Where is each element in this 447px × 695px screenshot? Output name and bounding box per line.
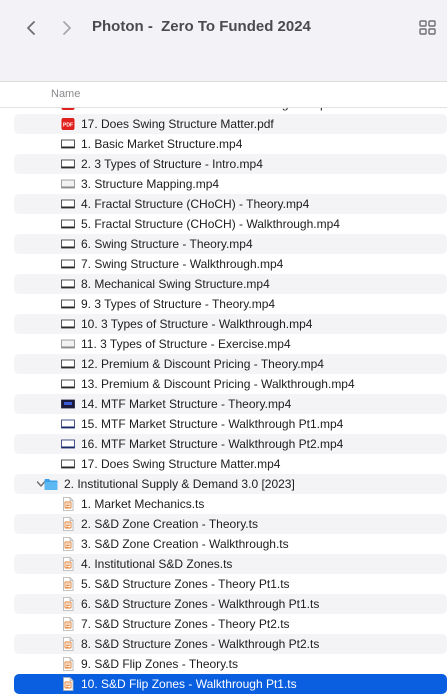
file-name: 17. Does Swing Structure Matter.pdf (81, 117, 274, 131)
file-name: 6. S&D Structure Zones - Walkthrough Pt1… (81, 597, 320, 611)
pdf-file-icon: PDF (61, 117, 75, 131)
video-file-icon (61, 177, 75, 191)
chevron-right-icon (63, 21, 71, 35)
file-row[interactable]: 1. Market Mechanics.ts (14, 494, 447, 514)
file-name: 15. MTF Market Structure - Walkthrough P… (81, 417, 344, 431)
file-row[interactable]: 8. Mechanical Swing Structure.mp4 (14, 274, 447, 294)
file-row[interactable]: 5. Fractal Structure (CHoCH) - Walkthrou… (14, 214, 447, 234)
file-row[interactable]: 6. Swing Structure - Theory.mp4 (14, 234, 447, 254)
file-name: 9. S&D Flip Zones - Theory.ts (81, 657, 238, 671)
file-name: 4. Institutional S&D Zones.ts (81, 557, 233, 571)
name-column-header[interactable]: Name (51, 88, 80, 100)
file-name: 10. 3 Types of Structure - Walkthrough.m… (81, 317, 313, 331)
video-file-icon (61, 417, 75, 431)
video-file-icon (61, 237, 75, 251)
file-name: 2. 3 Types of Structure - Intro.mp4 (81, 157, 263, 171)
video-file-icon (61, 257, 75, 271)
file-row[interactable]: 17. Does Swing Structure Matter.mp4 (14, 454, 447, 474)
file-row[interactable]: 10. S&D Flip Zones - Walkthrough Pt1.ts (14, 674, 447, 694)
file-name: 9. 3 Types of Structure - Theory.mp4 (81, 297, 276, 311)
window-toolbar: Photon - Zero To Funded 2024 (0, 0, 447, 82)
video-file-icon (61, 397, 75, 411)
grid-view-icon (419, 20, 436, 35)
file-row[interactable]: 5. S&D Structure Zones - Theory Pt1.ts (14, 574, 447, 594)
ts-file-icon (61, 617, 75, 631)
svg-text:PDF: PDF (63, 123, 73, 129)
forward-button[interactable] (55, 16, 79, 40)
file-row[interactable]: 2. S&D Zone Creation - Theory.ts (14, 514, 447, 534)
file-name: 8. S&D Structure Zones - Walkthrough Pt2… (81, 637, 320, 651)
ts-file-icon (61, 537, 75, 551)
video-file-icon (61, 377, 75, 391)
video-file-icon (61, 337, 75, 351)
video-file-icon (61, 277, 75, 291)
file-row[interactable]: 3. Structure Mapping.mp4 (14, 174, 447, 194)
file-row[interactable]: 4. Fractal Structure (CHoCH) - Theory.mp… (14, 194, 447, 214)
folder-row[interactable]: 2. Institutional Supply & Demand 3.0 [20… (14, 474, 447, 494)
file-row[interactable]: 3. S&D Zone Creation - Walkthrough.ts (14, 534, 447, 554)
ts-file-icon (61, 657, 75, 671)
file-row[interactable]: PDF 17. Does Swing Structure Matter.pdf (14, 114, 447, 134)
file-name: 17. Does Swing Structure Matter.mp4 (81, 457, 281, 471)
file-row[interactable]: 10. 3 Types of Structure - Walkthrough.m… (14, 314, 447, 334)
file-row[interactable]: 13. Premium & Discount Pricing - Walkthr… (14, 374, 447, 394)
window-title: Photon - Zero To Funded 2024 (92, 18, 311, 35)
file-name: 1. Market Mechanics.ts (81, 497, 205, 511)
ts-file-icon (61, 497, 75, 511)
file-name: 6. Swing Structure - Theory.mp4 (81, 237, 253, 251)
file-row[interactable]: 2. 3 Types of Structure - Intro.mp4 (14, 154, 447, 174)
video-file-icon (61, 457, 75, 471)
file-name: 3. S&D Zone Creation - Walkthrough.ts (81, 537, 289, 551)
file-row[interactable]: 12. Premium & Discount Pricing - Theory.… (14, 354, 447, 374)
view-mode-button[interactable] (417, 17, 439, 39)
ts-file-icon (61, 557, 75, 571)
file-name: 5. Fractal Structure (CHoCH) - Walkthrou… (81, 217, 340, 231)
video-file-icon (61, 137, 75, 151)
file-name: 7. S&D Structure Zones - Theory Pt2.ts (81, 617, 290, 631)
file-list[interactable]: PDF 16. MTF Market Structure - Walkthroug… (0, 96, 447, 695)
file-row[interactable]: 4. Institutional S&D Zones.ts (14, 554, 447, 574)
folder-icon (44, 477, 58, 491)
column-header: Name (0, 82, 447, 108)
video-file-icon (61, 357, 75, 371)
file-name: 12. Premium & Discount Pricing - Theory.… (81, 357, 324, 371)
file-name: 13. Premium & Discount Pricing - Walkthr… (81, 377, 355, 391)
video-file-icon (61, 297, 75, 311)
file-row[interactable]: 16. MTF Market Structure - Walkthrough P… (14, 434, 447, 454)
ts-file-icon (61, 677, 75, 691)
video-file-icon (61, 197, 75, 211)
file-name: 16. MTF Market Structure - Walkthrough P… (81, 437, 344, 451)
file-name: 4. Fractal Structure (CHoCH) - Theory.mp… (81, 197, 310, 211)
file-name: 8. Mechanical Swing Structure.mp4 (81, 277, 270, 291)
chevron-left-icon (27, 21, 35, 35)
video-file-icon (61, 157, 75, 171)
ts-file-icon (61, 637, 75, 651)
back-button[interactable] (19, 16, 43, 40)
file-name: 5. S&D Structure Zones - Theory Pt1.ts (81, 577, 290, 591)
file-name: 11. 3 Types of Structure - Exercise.mp4 (81, 337, 291, 351)
video-file-icon (61, 437, 75, 451)
ts-file-icon (61, 597, 75, 611)
video-file-icon (61, 317, 75, 331)
file-row[interactable]: 15. MTF Market Structure - Walkthrough P… (14, 414, 447, 434)
file-row[interactable]: 1. Basic Market Structure.mp4 (14, 134, 447, 154)
file-row[interactable]: 9. 3 Types of Structure - Theory.mp4 (14, 294, 447, 314)
video-file-icon (61, 217, 75, 231)
file-name: 14. MTF Market Structure - Theory.mp4 (81, 397, 292, 411)
file-name: 7. Swing Structure - Walkthrough.mp4 (81, 257, 284, 271)
file-row[interactable]: 11. 3 Types of Structure - Exercise.mp4 (14, 334, 447, 354)
file-row[interactable]: 7. S&D Structure Zones - Theory Pt2.ts (14, 614, 447, 634)
file-row[interactable]: 7. Swing Structure - Walkthrough.mp4 (14, 254, 447, 274)
file-row[interactable]: 6. S&D Structure Zones - Walkthrough Pt1… (14, 594, 447, 614)
ts-file-icon (61, 577, 75, 591)
file-row[interactable]: 9. S&D Flip Zones - Theory.ts (14, 654, 447, 674)
file-row[interactable]: 14. MTF Market Structure - Theory.mp4 (14, 394, 447, 414)
file-name: 10. S&D Flip Zones - Walkthrough Pt1.ts (81, 677, 297, 691)
file-name: 3. Structure Mapping.mp4 (81, 177, 220, 191)
file-name: 2. S&D Zone Creation - Theory.ts (81, 517, 258, 531)
file-name: 2. Institutional Supply & Demand 3.0 [20… (64, 477, 295, 491)
ts-file-icon (61, 517, 75, 531)
file-row[interactable]: 8. S&D Structure Zones - Walkthrough Pt2… (14, 634, 447, 654)
file-name: 1. Basic Market Structure.mp4 (81, 137, 243, 151)
